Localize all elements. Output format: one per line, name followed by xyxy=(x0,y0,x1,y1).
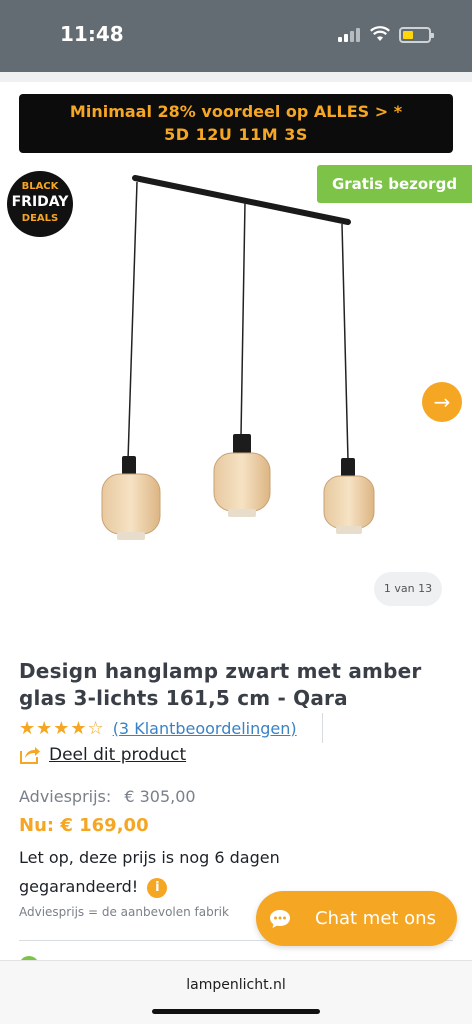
rating-divider xyxy=(322,713,323,743)
signal-icon xyxy=(338,28,364,42)
badge-line-3: DEALS xyxy=(21,213,59,224)
advice-price-label: Adviesprijs: xyxy=(19,787,112,806)
product-title: Design hanglamp zwart met amber glas 3-l… xyxy=(19,659,422,710)
advice-price-footnote: Adviesprijs = de aanbevolen fabrik xyxy=(19,905,229,919)
arrow-right-icon: → xyxy=(433,390,451,414)
black-friday-badge: BLACK FRIDAY DEALS xyxy=(7,171,73,237)
promo-text: Minimaal 28% voordeel op ALLES > * xyxy=(69,102,403,121)
home-indicator xyxy=(152,1009,320,1014)
info-icon[interactable]: i xyxy=(147,877,168,898)
wifi-icon xyxy=(370,26,390,41)
badge-line-2: FRIDAY xyxy=(11,194,69,210)
next-image-button[interactable]: → xyxy=(422,382,462,422)
advice-price-row: Adviesprijs: € 305,00 xyxy=(19,787,196,806)
chat-label: Chat met ons xyxy=(315,908,436,929)
rating-row: ★★★★☆ (3 Klantbeoordelingen) xyxy=(19,716,297,740)
badge-line-1: BLACK xyxy=(21,181,59,192)
browser-url-bar[interactable]: lampenlicht.nl xyxy=(0,960,472,1024)
status-bar: 11:48 xyxy=(0,0,472,72)
status-time: 11:48 xyxy=(60,22,124,46)
battery-icon xyxy=(399,27,434,43)
url-text: lampenlicht.nl xyxy=(186,977,286,993)
star-rating-icon: ★★★★☆ xyxy=(19,717,105,739)
chat-bubble-icon xyxy=(270,909,290,928)
advice-price-value: € 305,00 xyxy=(124,787,196,806)
promo-countdown: 5D 12U 11M 3S xyxy=(164,125,308,144)
chat-button[interactable]: Chat met ons xyxy=(256,891,457,946)
current-price: Nu: € 169,00 xyxy=(19,815,149,836)
share-product-link[interactable]: Deel dit product xyxy=(19,745,186,765)
product-image[interactable] xyxy=(95,170,385,550)
reviews-link[interactable]: (3 Klantbeoordelingen) xyxy=(113,719,297,738)
header-strip xyxy=(0,72,472,82)
share-label: Deel dit product xyxy=(49,745,187,765)
share-icon xyxy=(20,747,40,764)
promo-banner[interactable]: Minimaal 28% voordeel op ALLES > * 5D 12… xyxy=(19,94,453,153)
gallery-counter: 1 van 13 xyxy=(374,572,442,606)
